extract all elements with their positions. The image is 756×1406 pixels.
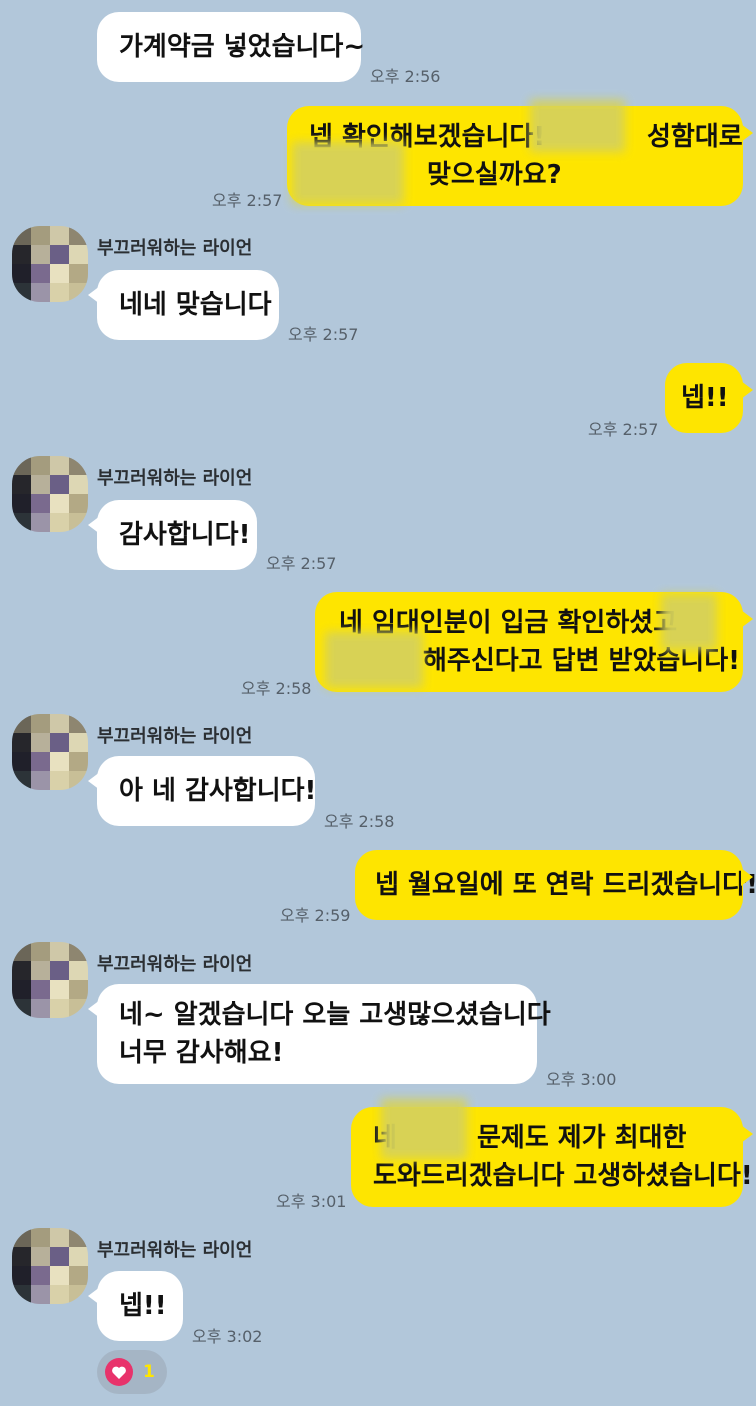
contact-name: 부끄러워하는 라이언 <box>97 1240 253 1261</box>
message-time: 오후 2:57 <box>266 554 337 573</box>
redacted-text <box>381 1099 467 1159</box>
reaction-badge[interactable]: 1 <box>97 1350 167 1394</box>
message-time: 오후 3:00 <box>546 1070 617 1089</box>
received-message-bubble[interactable]: 가계약금 넣었습니다~ <box>97 12 365 82</box>
contact-avatar[interactable] <box>12 1228 88 1304</box>
contact-avatar[interactable] <box>12 226 88 302</box>
message-text: 도와드리겠습니다 고생하셨습니다! <box>373 1161 753 1191</box>
heart-icon <box>105 1358 133 1386</box>
contact-name: 부끄러워하는 라이언 <box>97 468 253 489</box>
sent-message-bubble[interactable]: 넵!! <box>665 363 753 433</box>
sent-message-bubble[interactable]: 넵 월요일에 또 연락 드리겠습니다! <box>355 850 756 920</box>
message-text: 넵 월요일에 또 연락 드리겠습니다! <box>375 870 756 900</box>
message-text: 넵!! <box>119 1291 167 1321</box>
sent-message-bubble[interactable]: 넵 확인해보겠습니다! 성함대로 맞으실까요? <box>287 100 753 206</box>
received-message-bubble[interactable]: 네네 맞습니다 <box>88 270 279 340</box>
received-message-bubble[interactable]: 아 네 감사합니다! <box>88 756 317 826</box>
message-text: 아 네 감사합니다! <box>119 776 317 806</box>
message-text: 넵!! <box>681 383 729 413</box>
message-text: 감사합니다! <box>119 520 251 550</box>
message-time: 오후 2:57 <box>288 325 359 344</box>
received-message-bubble[interactable]: 넵!! <box>88 1271 183 1341</box>
contact-name: 부끄러워하는 라이언 <box>97 726 253 747</box>
sent-message-bubble[interactable]: 네 임대인분이 입금 확인하셨고 해주신다고 답변 받았습니다! <box>315 592 753 692</box>
message-text: 맞으실까요? <box>427 160 562 190</box>
message-text: 너무 감사해요! <box>119 1038 284 1068</box>
message-text: 네네 맞습니다 <box>119 290 272 320</box>
message-time: 오후 2:59 <box>280 906 351 925</box>
received-message-bubble[interactable]: 감사합니다! <box>88 500 257 570</box>
message-text: 가계약금 넣었습니다~ <box>119 32 366 62</box>
reaction-count: 1 <box>143 1362 155 1382</box>
message-text: 네~ 알겠습니다 오늘 고생많으셨습니다 <box>119 1000 551 1030</box>
contact-name: 부끄러워하는 라이언 <box>97 954 253 975</box>
contact-avatar[interactable] <box>12 942 88 1018</box>
contact-name: 부끄러워하는 라이언 <box>97 238 253 259</box>
received-message-bubble[interactable]: 네~ 알겠습니다 오늘 고생많으셨습니다 너무 감사해요! <box>88 984 551 1084</box>
message-time: 오후 2:56 <box>370 67 441 86</box>
message-time: 오후 2:57 <box>588 420 659 439</box>
message-text: 성함대로 <box>647 122 743 152</box>
redacted-name <box>530 100 625 152</box>
message-time: 오후 2:58 <box>324 812 395 831</box>
message-time: 오후 2:58 <box>241 679 312 698</box>
contact-avatar[interactable] <box>12 456 88 532</box>
message-text: 문제도 제가 최대한 <box>477 1123 687 1153</box>
contact-avatar[interactable] <box>12 714 88 790</box>
redacted-text <box>661 594 717 650</box>
redacted-name <box>292 142 404 204</box>
redacted-text <box>325 632 423 688</box>
message-time: 오후 3:02 <box>192 1327 263 1346</box>
message-time: 오후 2:57 <box>212 191 283 210</box>
message-time: 오후 3:01 <box>276 1192 347 1211</box>
sent-message-bubble[interactable]: 네 문제도 제가 최대한 도와드리겠습니다 고생하셨습니다! <box>351 1099 753 1207</box>
